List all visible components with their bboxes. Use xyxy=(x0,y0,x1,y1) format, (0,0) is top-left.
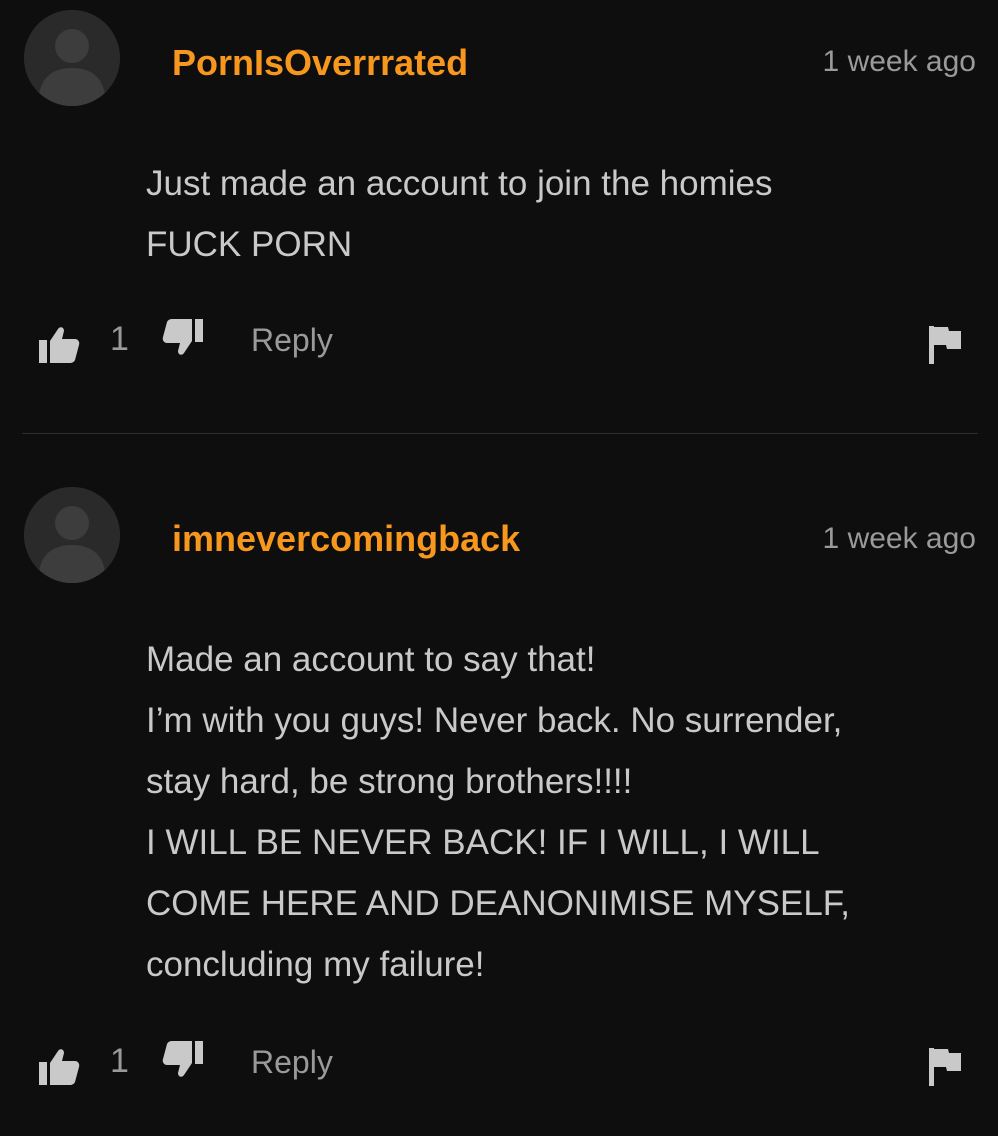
comment-body-line: FUCK PORN xyxy=(146,225,353,264)
reply-button[interactable]: Reply xyxy=(251,322,333,359)
comment-actions: 1 Reply xyxy=(0,318,998,368)
comment-timestamp: 1 week ago xyxy=(822,522,976,555)
comment-divider xyxy=(22,433,978,434)
comments-list: PornIsOverrrated 1 week ago Just made an… xyxy=(0,0,998,1136)
comment-body: Just made an account to join the homies … xyxy=(146,153,978,275)
comment-body-line: stay hard, be strong brothers!!!! xyxy=(146,762,633,801)
comment-body-line: Made an account to say that! xyxy=(146,640,596,679)
thumbs-up-icon[interactable] xyxy=(38,1046,80,1086)
comment-actions: 1 Reply xyxy=(0,1040,998,1090)
comment-body-line: I WILL BE NEVER BACK! IF I WILL, I WILL xyxy=(146,823,820,862)
comment-body-line: Just made an account to join the homies xyxy=(146,164,773,203)
like-count: 1 xyxy=(110,1042,129,1080)
avatar-icon[interactable] xyxy=(24,487,120,583)
username-link[interactable]: imnevercomingback xyxy=(172,518,520,560)
flag-icon[interactable] xyxy=(928,324,962,364)
thumbs-up-icon[interactable] xyxy=(38,324,80,364)
comment-body-line: COME HERE AND DEANONIMISE MYSELF, xyxy=(146,884,851,923)
reply-button[interactable]: Reply xyxy=(251,1044,333,1081)
comment-timestamp: 1 week ago xyxy=(822,45,976,78)
comment-body-line: I’m with you guys! Never back. No surren… xyxy=(146,701,843,740)
thumbs-down-icon[interactable] xyxy=(162,1040,204,1080)
thumbs-down-icon[interactable] xyxy=(162,318,204,358)
avatar-icon[interactable] xyxy=(24,10,120,106)
like-count: 1 xyxy=(110,320,129,358)
comment-body: Made an account to say that! I’m with yo… xyxy=(146,629,978,995)
flag-icon[interactable] xyxy=(928,1046,962,1086)
comment-body-line: concluding my failure! xyxy=(146,945,485,984)
username-link[interactable]: PornIsOverrrated xyxy=(172,42,468,84)
